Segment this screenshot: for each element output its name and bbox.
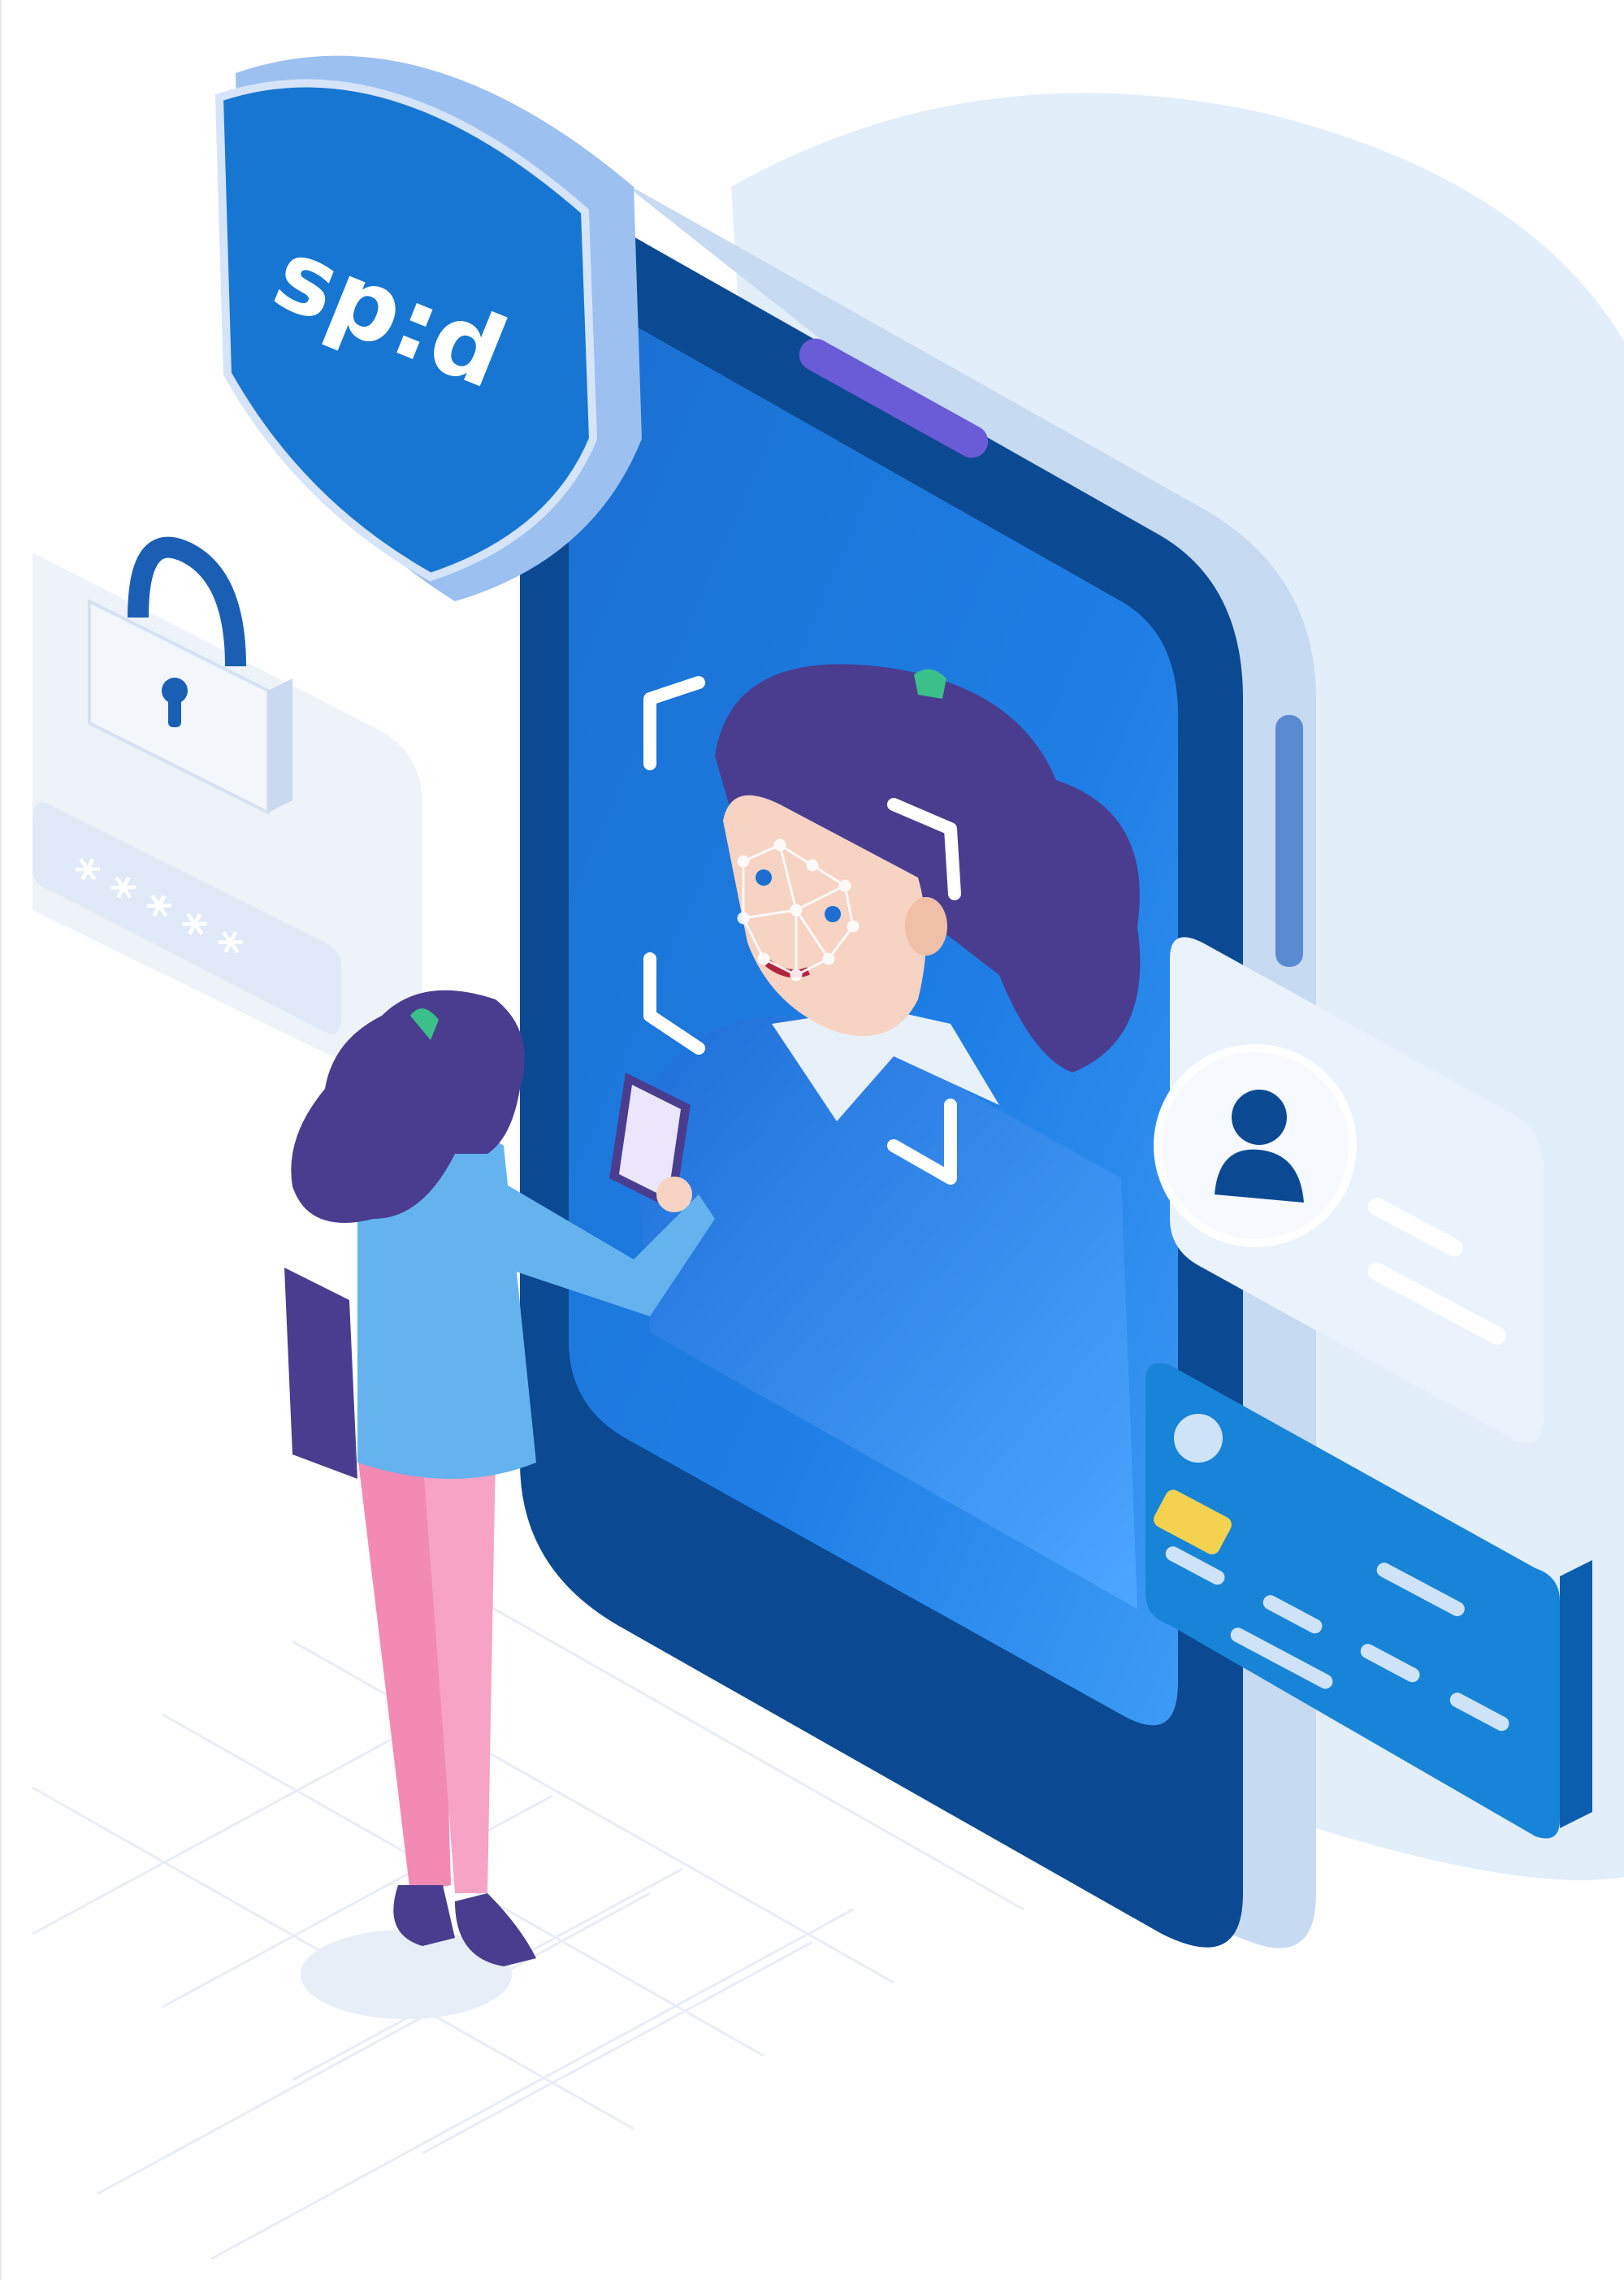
screen-person-eye-left: [756, 869, 772, 886]
screen-person-eye-right: [825, 906, 841, 922]
shield-logo-icon: sp:d: [214, 55, 642, 601]
screen-person-ear: [905, 897, 947, 956]
profile-avatar-ring: [1154, 1044, 1357, 1247]
phone-side-button-bottom: [1275, 845, 1303, 967]
biometric-security-illustration: ***** sp:d: [32, 55, 1624, 2260]
